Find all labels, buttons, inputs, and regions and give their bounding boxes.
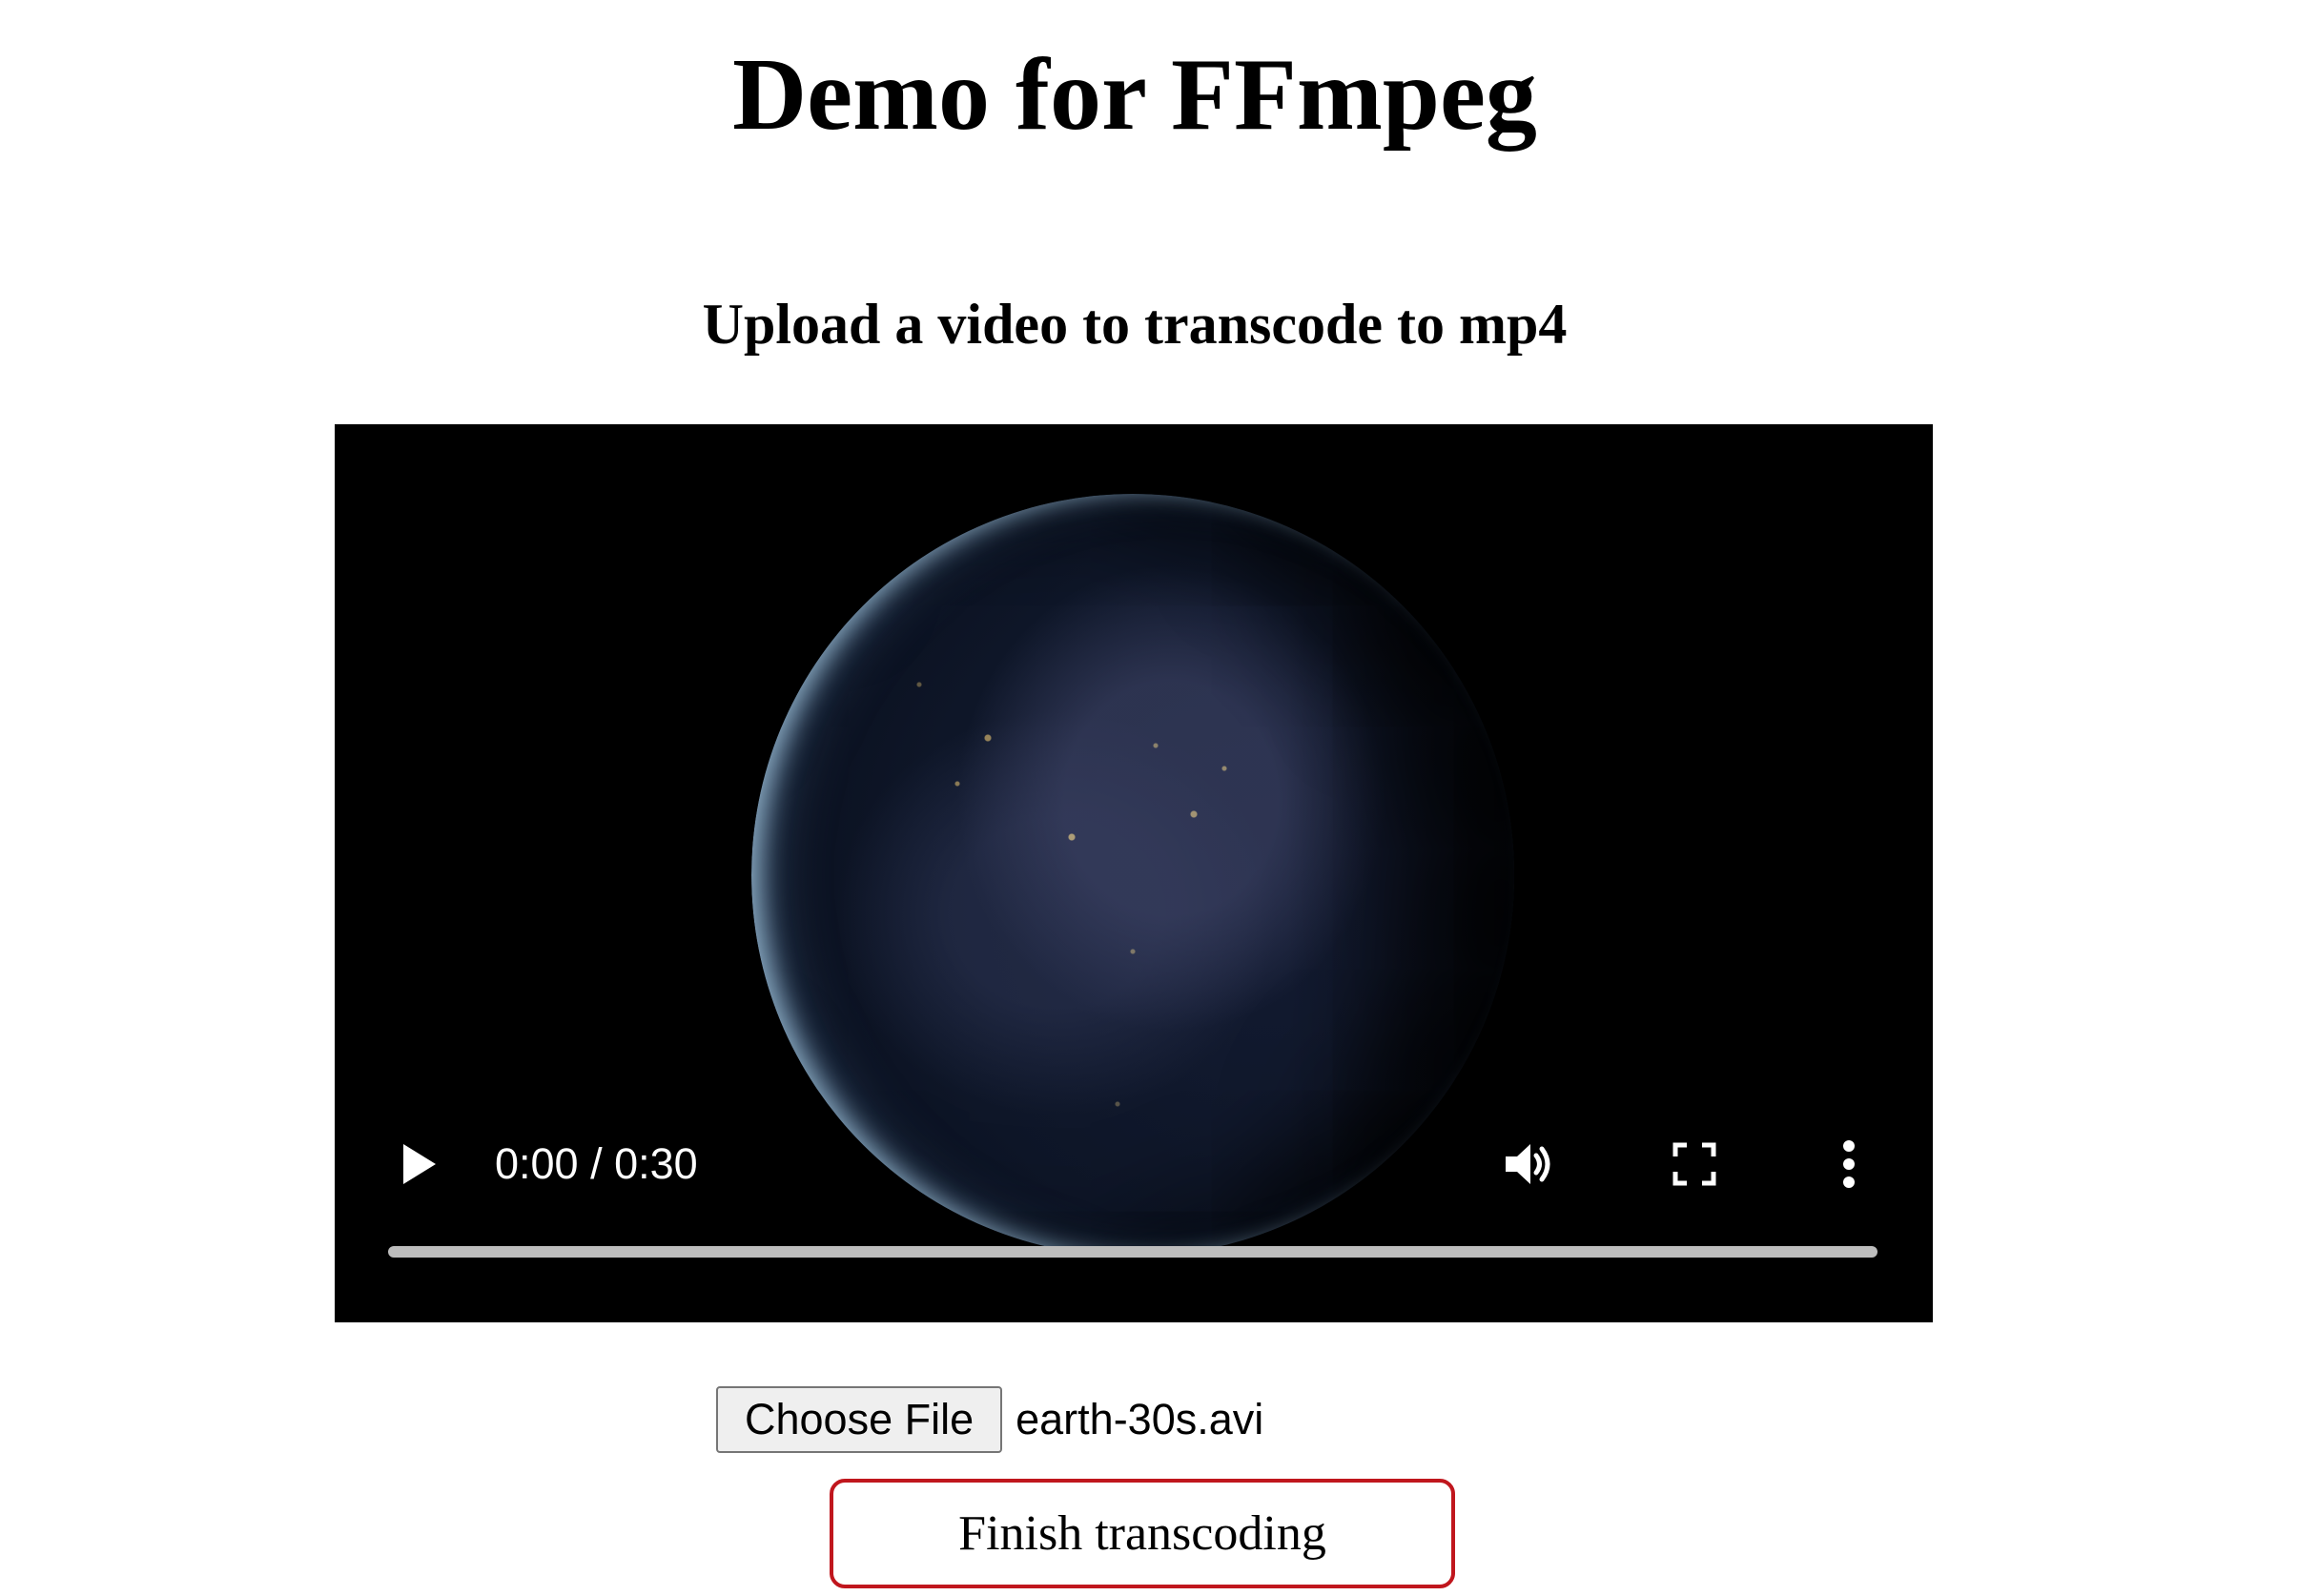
volume-button[interactable] <box>1500 1136 1557 1193</box>
fullscreen-icon <box>1672 1142 1716 1186</box>
volume-icon <box>1506 1144 1550 1184</box>
more-options-button[interactable] <box>1830 1136 1868 1193</box>
video-controls: 0:00 / 0:30 <box>335 424 1933 1322</box>
choose-file-button[interactable]: Choose File <box>716 1386 1003 1453</box>
status-message: Finish transcoding <box>958 1506 1326 1561</box>
more-options-icon <box>1843 1140 1855 1188</box>
file-input-row: Choose File earth-30s.avi <box>716 1385 1263 1454</box>
progress-bar[interactable] <box>388 1246 1877 1258</box>
selected-file-name: earth-30s.avi <box>1016 1395 1264 1443</box>
video-player[interactable]: 0:00 / 0:30 <box>335 424 1933 1322</box>
time-display: 0:00 / 0:30 <box>495 1139 698 1188</box>
page-subtitle: Upload a video to transcode to mp4 <box>702 293 1568 356</box>
play-icon <box>403 1144 436 1184</box>
status-message-box: Finish transcoding <box>830 1479 1455 1588</box>
fullscreen-button[interactable] <box>1668 1137 1721 1191</box>
page-title: Demo for FFmpeg <box>732 38 1537 152</box>
play-button[interactable] <box>392 1137 445 1191</box>
